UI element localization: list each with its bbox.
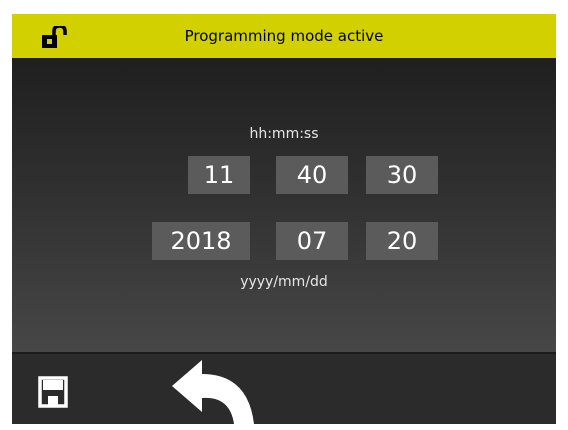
status-header: Programming mode active [12, 14, 556, 58]
year-field[interactable]: 2018 [152, 222, 250, 260]
save-button[interactable] [30, 364, 76, 414]
device-screen: Programming mode active hh:mm:ss 11 40 3… [12, 14, 556, 424]
footer-divider [12, 352, 556, 354]
day-field[interactable]: 20 [366, 222, 438, 260]
month-field[interactable]: 07 [276, 222, 348, 260]
time-format-label: hh:mm:ss [249, 126, 319, 142]
date-format-label: yyyy/mm/dd [240, 274, 328, 290]
footer-toolbar [12, 352, 556, 424]
back-button[interactable] [172, 360, 262, 424]
datetime-panel: hh:mm:ss 11 40 30 2018 07 20 yyyy/mm/dd [12, 58, 556, 352]
seconds-field[interactable]: 30 [366, 156, 438, 194]
back-arrow-icon [172, 360, 254, 424]
header-title: Programming mode active [184, 27, 384, 45]
hours-field[interactable]: 11 [188, 156, 250, 194]
minutes-field[interactable]: 40 [276, 156, 348, 194]
floppy-disk-save-icon [38, 376, 68, 408]
